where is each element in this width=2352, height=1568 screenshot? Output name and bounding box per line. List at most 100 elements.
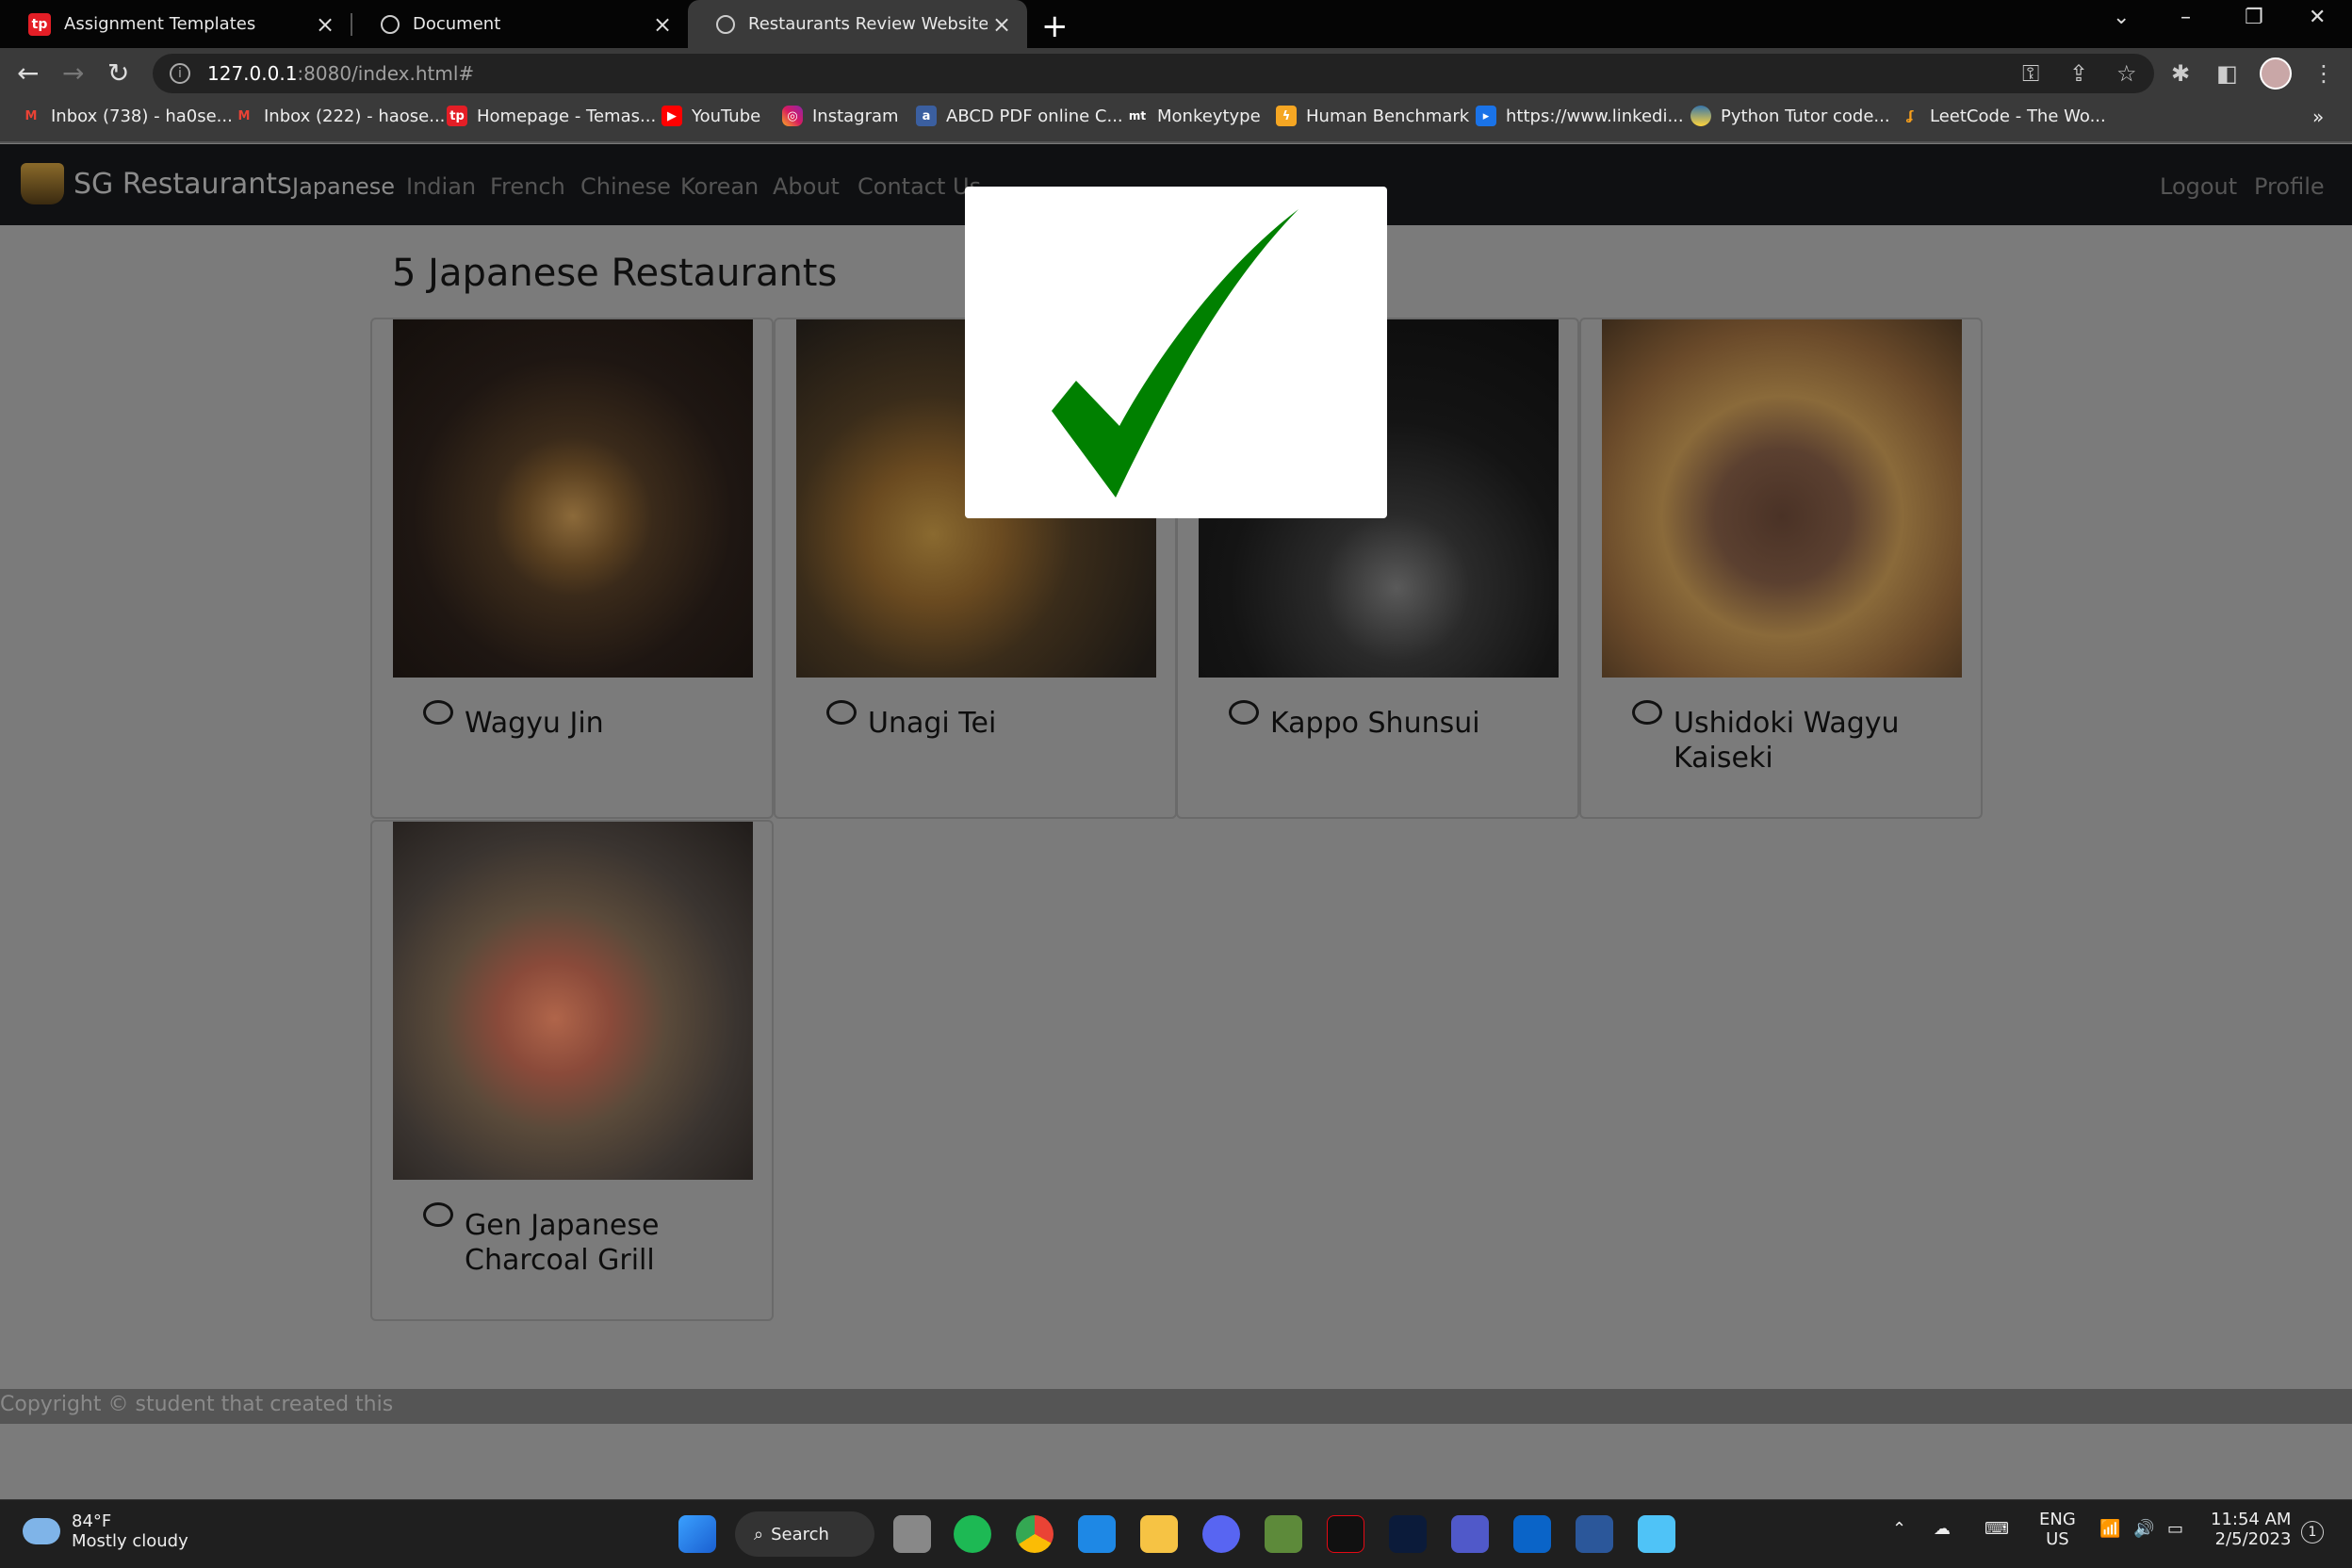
close-window-icon[interactable]: ✕ xyxy=(2309,6,2326,29)
weather-widget[interactable]: 84°F Mostly cloudy xyxy=(23,1511,188,1551)
restaurant-name[interactable]: Unagi Tei xyxy=(868,706,1160,741)
battery-icon[interactable]: ▭ xyxy=(2167,1519,2183,1539)
restaurant-image[interactable] xyxy=(393,319,753,678)
keyboard-icon[interactable]: ⌨ xyxy=(1984,1519,2009,1539)
close-icon[interactable]: × xyxy=(311,11,339,38)
clock[interactable]: 11:54 AM 2/5/2023 xyxy=(2211,1510,2291,1549)
word-icon[interactable] xyxy=(1576,1515,1613,1553)
close-icon[interactable]: × xyxy=(988,11,1016,38)
teams-icon[interactable] xyxy=(1451,1515,1489,1553)
bookmark-linkedin[interactable]: ▸ https://www.linkedi... xyxy=(1476,106,1684,126)
url-text: 127.0.0.1:8080/index.html# xyxy=(207,62,475,85)
back-icon[interactable]: ← xyxy=(17,57,39,89)
restaurant-card[interactable]: Wagyu Jin xyxy=(370,318,774,819)
bookmark-human-benchmark[interactable]: ϟ Human Benchmark xyxy=(1276,106,1469,126)
tp-icon: tp xyxy=(447,106,467,126)
bookmark-gmail-2[interactable]: M Inbox (222) - haose... xyxy=(234,106,446,126)
key-icon[interactable]: ⚿ xyxy=(2022,60,2039,87)
youtube-icon: ▶ xyxy=(662,106,682,126)
restaurant-name[interactable]: Kappo Shunsui xyxy=(1270,706,1562,741)
restaurant-image[interactable] xyxy=(393,822,753,1180)
side-panel-icon[interactable]: ◧ xyxy=(2216,60,2238,87)
wifi-icon[interactable]: 📶 xyxy=(2099,1519,2120,1539)
site-info-icon[interactable]: i xyxy=(170,63,190,84)
bookmark-monkeytype[interactable]: mt Monkeytype xyxy=(1127,106,1261,126)
restore-icon[interactable]: ❐ xyxy=(2245,6,2263,29)
bookmark-leetcode[interactable]: ʆ LeetCode - The Wo... xyxy=(1900,106,2105,126)
discord-icon[interactable] xyxy=(1202,1515,1240,1553)
weather-desc: Mostly cloudy xyxy=(72,1531,188,1551)
nav-french[interactable]: French xyxy=(490,173,565,200)
comment-icon xyxy=(423,700,453,725)
notification-badge[interactable]: 1 xyxy=(2301,1521,2324,1544)
chrome-icon[interactable] xyxy=(1016,1515,1054,1553)
forward-icon[interactable]: → xyxy=(62,57,84,89)
bookmark-python-tutor[interactable]: Python Tutor code... xyxy=(1690,106,1890,126)
tab-title: Restaurants Review Website xyxy=(748,14,988,34)
outlook-icon[interactable] xyxy=(1513,1515,1551,1553)
browser-toolbar: ← → ↻ i 127.0.0.1:8080/index.html# ⚿ ⇪ ☆… xyxy=(0,48,2352,98)
comment-icon xyxy=(826,700,857,725)
minimize-icon[interactable]: – xyxy=(2180,6,2191,29)
nav-logout[interactable]: Logout xyxy=(2160,173,2237,200)
leetcode-icon: ʆ xyxy=(1906,108,1914,123)
nav-about[interactable]: About xyxy=(773,173,840,200)
restaurant-image[interactable] xyxy=(1602,319,1962,678)
onedrive-icon[interactable]: ☁ xyxy=(1934,1519,1951,1539)
file-explorer-icon[interactable] xyxy=(1140,1515,1178,1553)
tab-assignment-templates[interactable]: tp Assignment Templates × xyxy=(0,0,351,48)
instagram-icon: ◎ xyxy=(782,106,803,126)
gmail-icon: M xyxy=(237,108,251,123)
share-icon[interactable]: ⇪ xyxy=(2069,60,2088,87)
bookmark-gmail-1[interactable]: M Inbox (738) - ha0se... xyxy=(21,106,233,126)
tab-search-chevron-icon[interactable]: ⌄ xyxy=(2113,6,2130,29)
netflix-icon[interactable] xyxy=(1327,1515,1364,1553)
star-icon[interactable]: ☆ xyxy=(2116,60,2137,87)
restaurant-card[interactable]: Ushidoki Wagyu Kaiseki xyxy=(1579,318,1983,819)
pdf-icon: a xyxy=(916,106,937,126)
tab-restaurants-review[interactable]: Restaurants Review Website × xyxy=(688,0,1027,48)
vscode-icon[interactable] xyxy=(1078,1515,1116,1553)
nav-contact-us[interactable]: Contact Us xyxy=(858,173,981,200)
nav-chinese[interactable]: Chinese xyxy=(580,173,671,200)
avatar[interactable] xyxy=(2260,57,2292,90)
windows-taskbar: 84°F Mostly cloudy ⌕ Search ⌃ ☁ ⌨ ENG US 📶 … xyxy=(0,1499,2352,1568)
bookmark-abcd-pdf[interactable]: a ABCD PDF online C... xyxy=(916,106,1123,126)
windows-start-icon[interactable] xyxy=(678,1515,716,1553)
taskbar-search[interactable]: ⌕ Search xyxy=(735,1511,874,1557)
page-bottom xyxy=(0,1424,2352,1499)
minecraft-icon[interactable] xyxy=(1265,1515,1302,1553)
chevron-up-icon[interactable]: ⌃ xyxy=(1892,1519,1906,1539)
nav-japanese[interactable]: Japanese xyxy=(292,173,395,200)
nav-profile[interactable]: Profile xyxy=(2254,173,2325,200)
bookmark-instagram[interactable]: ◎ Instagram xyxy=(782,106,899,126)
restaurant-name[interactable]: Gen Japanese Charcoal Grill xyxy=(465,1208,757,1278)
nav-indian[interactable]: Indian xyxy=(406,173,476,200)
restaurant-name[interactable]: Wagyu Jin xyxy=(465,706,757,741)
comment-icon xyxy=(423,1202,453,1227)
menu-icon[interactable]: ⋮ xyxy=(2312,60,2335,87)
address-bar[interactable]: i 127.0.0.1:8080/index.html# xyxy=(153,54,2154,93)
bookmark-youtube[interactable]: ▶ YouTube xyxy=(662,106,760,126)
spotify-icon[interactable] xyxy=(954,1515,991,1553)
disney-plus-icon[interactable] xyxy=(1389,1515,1427,1553)
extensions-icon[interactable]: ✱ xyxy=(2171,60,2190,87)
close-icon[interactable]: × xyxy=(648,11,677,38)
bookmarks-overflow-icon[interactable]: » xyxy=(2312,106,2324,128)
globe-icon xyxy=(716,14,735,34)
tab-title: Document xyxy=(413,14,501,34)
language-indicator[interactable]: ENG US xyxy=(2039,1510,2076,1549)
new-tab-icon[interactable]: + xyxy=(1041,8,1069,45)
brand-link[interactable]: SG Restaurants xyxy=(21,163,292,204)
nav-korean[interactable]: Korean xyxy=(680,173,759,200)
task-view-icon[interactable] xyxy=(893,1515,931,1553)
tab-title: Assignment Templates xyxy=(64,14,256,34)
bookmark-temasek[interactable]: tp Homepage - Temas... xyxy=(447,106,656,126)
reload-icon[interactable]: ↻ xyxy=(107,57,129,89)
volume-icon[interactable]: 🔊 xyxy=(2133,1519,2154,1539)
site-footer: Copyright © student that created this xyxy=(0,1389,2352,1424)
restaurant-card[interactable]: Gen Japanese Charcoal Grill xyxy=(370,820,774,1321)
tab-document[interactable]: Document × xyxy=(352,0,688,48)
notepad-icon[interactable] xyxy=(1638,1515,1675,1553)
restaurant-name[interactable]: Ushidoki Wagyu Kaiseki xyxy=(1674,706,1966,776)
